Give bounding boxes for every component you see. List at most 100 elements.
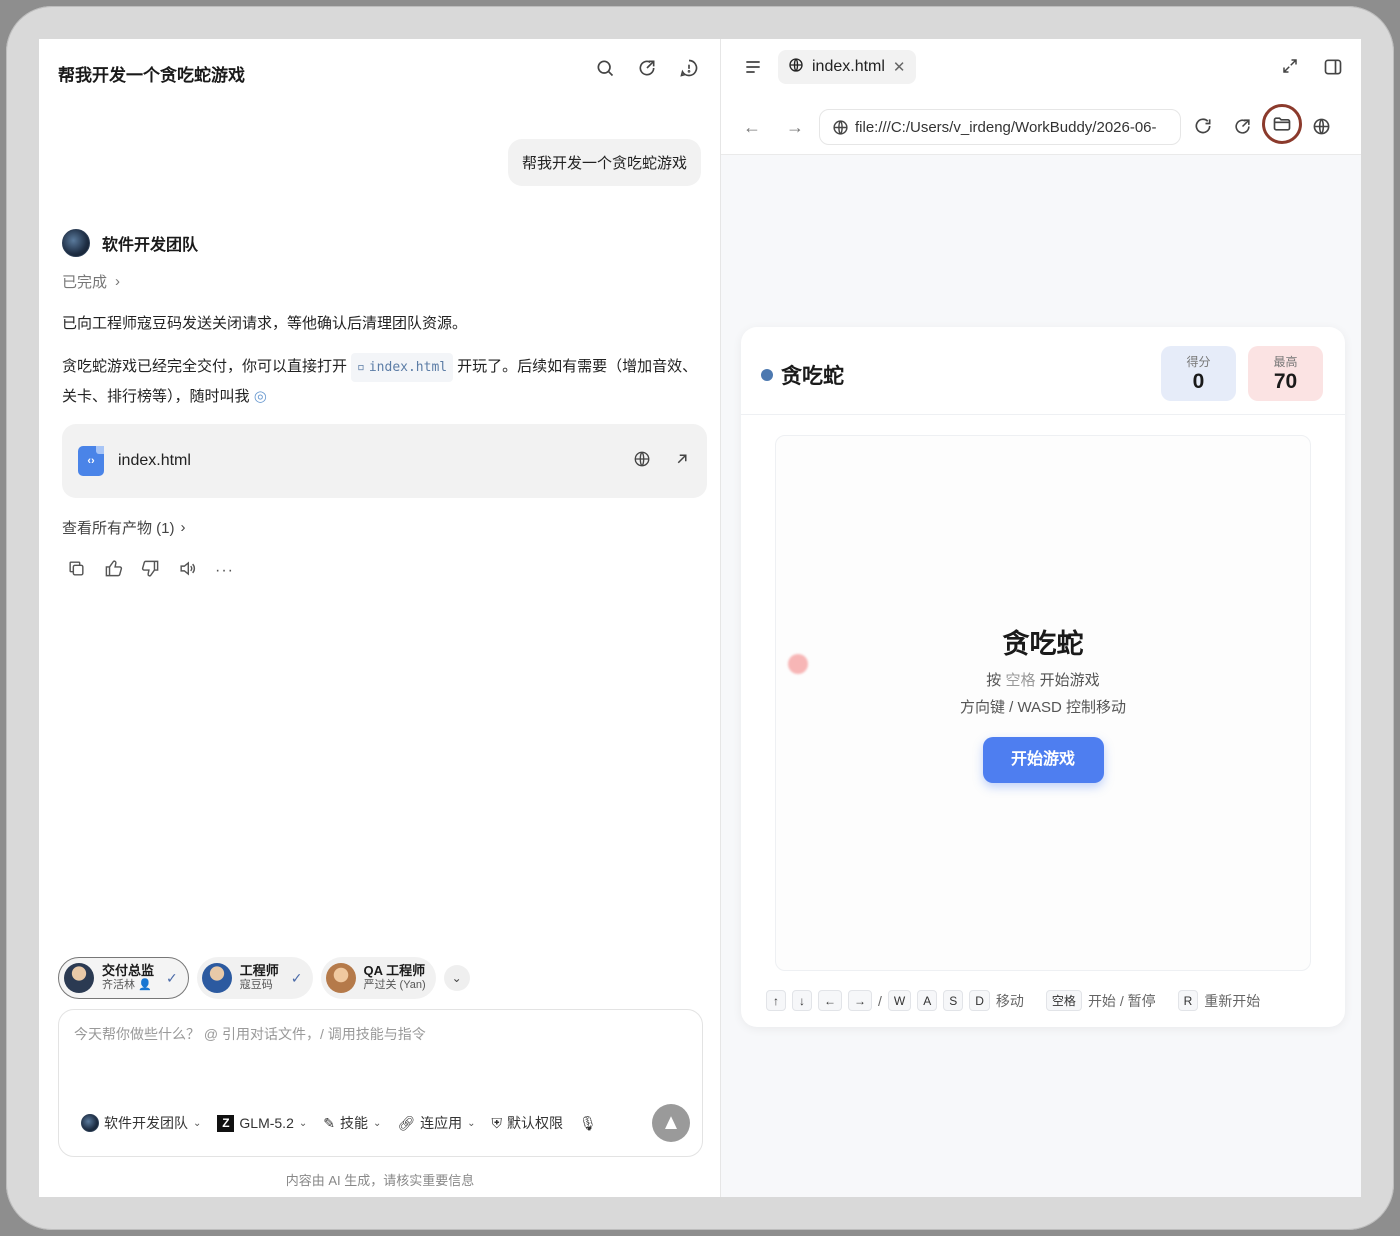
url-text: file:///C:/Users/v_irdeng/WorkBuddy/2026…: [855, 118, 1157, 136]
reply-text-before: 贪吃蛇游戏已经完全交付，你可以直接打开: [62, 358, 348, 375]
open-external-icon[interactable]: [1233, 117, 1252, 141]
controls-legend: ↑ ↓ ← → / W A S D 移动 空格 开始 / 暂停 R 重新开始: [766, 990, 1260, 1011]
history-icon[interactable]: [678, 57, 700, 79]
game-title: 贪吃蛇: [761, 360, 844, 390]
reply-paragraph-2: 贪吃蛇游戏已经完全交付，你可以直接打开 ▫ index.html 开玩了。后续如有需要…: [62, 352, 702, 411]
speaker-icon[interactable]: [178, 559, 197, 583]
agent-header: 软件开发团队: [62, 229, 198, 257]
globe-icon[interactable]: [1312, 117, 1331, 141]
chat-input-box[interactable]: 今天帮你做些什么？ @ 引用对话文件，/ 调用技能与指令 软件开发团队 ⌄ Z …: [58, 1009, 703, 1157]
chat-title: 帮我开发一个贪吃蛇游戏: [58, 66, 245, 85]
browser-tabbar: index.html ✕: [721, 39, 1361, 99]
back-icon[interactable]: ←: [743, 117, 761, 138]
overlay-hint-2: 方向键 / WASD 控制移动: [959, 699, 1127, 716]
key-s: S: [943, 990, 964, 1011]
reply-paragraph-1: 已向工程师寇豆码发送关闭请求，等他确认后清理团队资源。: [62, 315, 468, 332]
best-score-badge: 最高 70: [1248, 346, 1323, 401]
permission-label: 默认权限: [507, 1115, 564, 1131]
expand-icon[interactable]: [1281, 57, 1299, 82]
window-actions: [1281, 57, 1343, 82]
chat-input-placeholder: 今天帮你做些什么？ @ 引用对话文件，/ 调用技能与指令: [74, 1026, 426, 1042]
apps-label: 连应用: [420, 1115, 463, 1131]
chip-text: 工程师 寇豆码: [240, 963, 279, 993]
key-down: ↓: [792, 990, 812, 1011]
best-score-label: 最高: [1273, 355, 1298, 369]
file-card[interactable]: ‹› index.html: [62, 424, 707, 498]
hint-prefix: 按: [986, 672, 1002, 689]
copy-icon[interactable]: [67, 559, 86, 583]
microphone-icon[interactable]: 🎙︎: [579, 1115, 597, 1132]
file-card-name: index.html: [118, 452, 191, 469]
chip-role: 交付总监: [102, 963, 155, 978]
thumbs-up-icon[interactable]: [104, 559, 123, 583]
overlay-hint-1: 按 空格 开始游戏: [776, 669, 1310, 690]
status-label: 已完成: [62, 274, 108, 291]
overlay-title: 贪吃蛇: [1002, 629, 1084, 659]
key-separator: /: [878, 992, 882, 1009]
chevron-down-icon[interactable]: ⌄: [443, 965, 470, 991]
inline-file-name: index.html: [368, 360, 448, 375]
more-icon[interactable]: ···: [215, 562, 234, 580]
chip-person: 齐活林 👤: [102, 978, 154, 993]
browser-pane: index.html ✕ ← → file:///C:/Users/v_irde…: [721, 39, 1361, 1197]
folder-icon[interactable]: [1262, 104, 1302, 144]
user-message: 帮我开发一个贪吃蛇游戏: [507, 139, 701, 186]
link-icon: 🔗︎: [397, 1114, 416, 1131]
start-game-button[interactable]: 开始游戏: [982, 737, 1104, 783]
chip-role: 工程师: [239, 963, 279, 978]
wave-emoji-icon: ◎: [253, 388, 267, 405]
status-toggle[interactable]: 已完成 ›: [62, 271, 120, 292]
url-bar[interactable]: file:///C:/Users/v_irdeng/WorkBuddy/2026…: [819, 109, 1181, 145]
team-selector[interactable]: 软件开发团队 ⌄: [81, 1113, 201, 1133]
agent-chip-qa[interactable]: QA 工程师 严过关 (Yan): [320, 957, 436, 999]
key-r: R: [1177, 990, 1199, 1011]
restart-label: 重新开始: [1204, 992, 1261, 1009]
agent-chip-engineer[interactable]: 工程师 寇豆码 ✓: [196, 957, 313, 999]
skills-selector[interactable]: ✎ 技能 ⌄: [323, 1113, 381, 1133]
user-icon: 👤: [138, 979, 152, 991]
globe-icon[interactable]: [633, 450, 651, 473]
reload-icon[interactable]: [1193, 116, 1213, 141]
inline-file-link[interactable]: ▫ index.html: [351, 353, 454, 382]
menu-icon[interactable]: [743, 57, 763, 82]
search-icon[interactable]: [594, 57, 616, 79]
apps-selector[interactable]: 🔗︎ 连应用 ⌄: [397, 1113, 475, 1133]
thumbs-down-icon[interactable]: [141, 559, 160, 583]
agent-name: 软件开发团队: [102, 237, 199, 254]
chevron-down-icon: ⌄: [193, 1117, 202, 1129]
team-label: 软件开发团队: [104, 1115, 188, 1131]
start-overlay: 贪吃蛇 按 空格 开始游戏 方向键 / WASD 控制移动 开始游戏: [776, 622, 1310, 783]
chevron-down-icon: ⌄: [467, 1117, 476, 1129]
sidebar-toggle-icon[interactable]: [1323, 57, 1343, 82]
permission-selector[interactable]: ⛨ 默认权限: [492, 1113, 564, 1133]
input-toolbar: 软件开发团队 ⌄ Z GLM-5.2 ⌄ ✎ 技能 ⌄ 🔗︎ 连应用 ⌄ ⛨ 默…: [81, 1104, 690, 1142]
key-a: A: [917, 990, 938, 1011]
chevron-down-icon: ⌄: [298, 1117, 308, 1129]
forward-icon[interactable]: →: [786, 117, 804, 138]
agent-chip-delivery[interactable]: 交付总监 齐活林 👤 ✓: [58, 957, 189, 999]
shield-check-icon: ⛨: [491, 1114, 503, 1131]
skills-label: 技能: [339, 1115, 368, 1131]
open-external-icon[interactable]: [673, 450, 691, 473]
chevron-right-icon: ›: [180, 519, 186, 536]
move-label: 移动: [995, 992, 1024, 1009]
chip-person-name: 齐活林: [102, 979, 135, 991]
chip-person-name: 寇豆码: [239, 979, 273, 991]
chip-text: QA 工程师 严过关 (Yan): [364, 963, 426, 993]
chat-header-actions: [594, 57, 700, 79]
avatar: [64, 963, 94, 993]
key-up: ↑: [766, 990, 786, 1011]
share-icon[interactable]: [636, 57, 658, 79]
close-icon[interactable]: ✕: [893, 58, 906, 76]
tab-index-html[interactable]: index.html ✕: [778, 50, 916, 84]
key-d: D: [969, 990, 990, 1011]
html-file-icon: ‹›: [78, 446, 104, 476]
model-selector[interactable]: Z GLM-5.2 ⌄: [217, 1114, 308, 1132]
all-products-link[interactable]: 查看所有产物 (1) ›: [62, 517, 186, 538]
send-button[interactable]: [652, 1104, 690, 1142]
game-board[interactable]: 贪吃蛇 按 空格 开始游戏 方向键 / WASD 控制移动 开始游戏: [775, 435, 1311, 971]
chip-role: QA 工程师: [363, 963, 426, 978]
globe-icon: [788, 57, 804, 78]
app-window: 帮我开发一个贪吃蛇游戏 帮我开发一个贪吃蛇游戏 软件开发团队 已完成 › 已向工…: [39, 39, 1361, 1197]
game-header: 贪吃蛇 得分 0 最高 70: [741, 327, 1345, 415]
